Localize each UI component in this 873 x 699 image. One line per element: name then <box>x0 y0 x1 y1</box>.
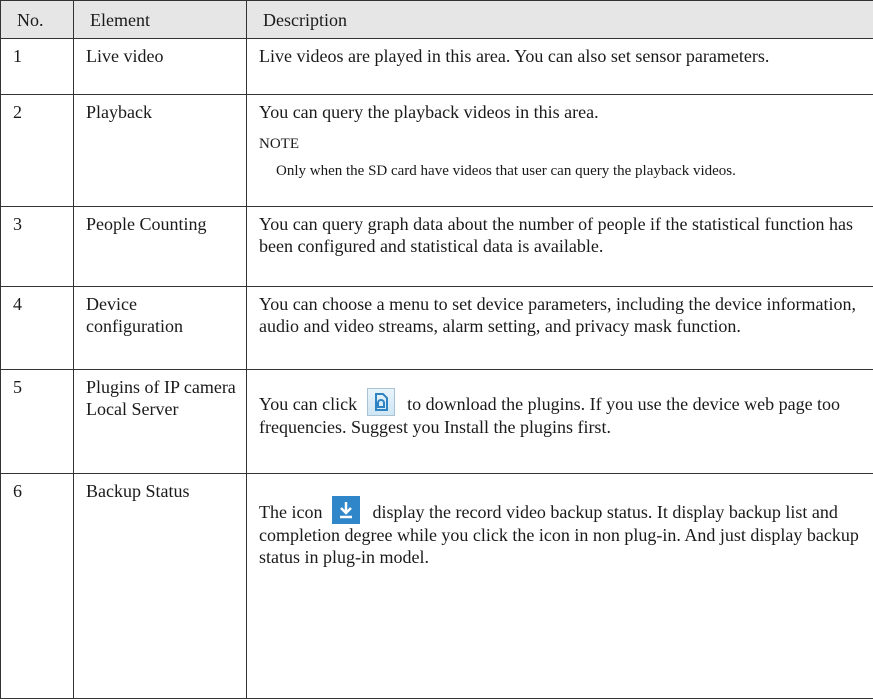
row-element: People Counting <box>74 207 246 235</box>
table-row: 2 Playback You can query the playback vi… <box>1 95 873 207</box>
note-title: NOTE <box>259 133 863 155</box>
header-description: Description <box>247 1 873 39</box>
download-backup-icon[interactable] <box>332 496 360 524</box>
row-element: Live video <box>74 39 246 67</box>
row-description: Live videos are played in this area. You… <box>247 39 873 67</box>
row-description: You can query graph data about the numbe… <box>247 207 873 257</box>
row-number: 5 <box>1 370 73 398</box>
row-description: You can query the playback videos in thi… <box>259 101 863 123</box>
row-number: 1 <box>1 39 73 67</box>
header-row: No. Element Description <box>1 1 873 39</box>
row-element: Plugins of IP camera <box>86 376 236 398</box>
row-description: The icondisplay the record video backup … <box>247 474 873 568</box>
table-row: 3 People Counting You can query graph da… <box>1 207 873 287</box>
row-number: 4 <box>1 287 73 315</box>
row-number: 3 <box>1 207 73 235</box>
row-element-sub: Local Server <box>86 398 236 420</box>
header-element: Element <box>74 1 247 39</box>
row-element: Backup Status <box>74 474 246 502</box>
note-body: Only when the SD card have videos that u… <box>276 161 863 181</box>
row-description: You can choose a menu to set device para… <box>247 287 873 337</box>
row-description: You can clickto download the plugins. If… <box>247 370 873 438</box>
row-element: Playback <box>74 95 246 123</box>
table-row: 6 Backup Status The icondisplay the reco… <box>1 474 873 699</box>
row-number: 6 <box>1 474 73 502</box>
plugin-install-icon[interactable] <box>367 388 395 416</box>
row-element: Device configuration <box>74 287 246 337</box>
table-row: 1 Live video Live videos are played in t… <box>1 39 873 95</box>
row-number: 2 <box>1 95 73 123</box>
table-row: 4 Device configuration You can choose a … <box>1 287 873 370</box>
table-row: 5 Plugins of IP camera Local Server You … <box>1 370 873 474</box>
element-description-table: No. Element Description 1 Live video Liv… <box>0 0 873 699</box>
header-no: No. <box>1 1 74 39</box>
